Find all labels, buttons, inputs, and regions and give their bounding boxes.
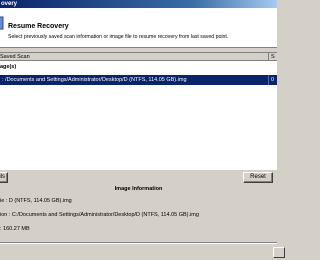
column-separator[interactable] [268, 53, 269, 61]
column-header-saved-scan[interactable]: Saved Scan [0, 54, 30, 60]
row-separator [268, 75, 269, 85]
image-location-line: ion : C:/Documents and Settings/Administ… [0, 212, 199, 218]
footer-button[interactable] [273, 247, 285, 258]
list-group-header: age(s) [0, 64, 17, 70]
list-button-bar: ils Reset [0, 170, 277, 184]
window-titlebar: overy [0, 0, 277, 8]
reset-button[interactable]: Reset [243, 172, 273, 183]
window-title: overy [1, 1, 18, 7]
wizard-footer [0, 242, 285, 260]
recovery-icon [0, 16, 4, 30]
list-item[interactable]: : /Documents and Settings/Administrator/… [0, 75, 277, 85]
image-information-panel: Image Information ie : D (NTFS, 114.05 G… [0, 184, 277, 242]
list-item-date: 0 [271, 77, 275, 83]
wizard-header: Resume Recovery Select previously saved … [0, 8, 277, 48]
image-name-line: ie : D (NTFS, 114.05 GB).img [0, 198, 72, 204]
details-button[interactable]: ils [0, 172, 8, 183]
page-title: Resume Recovery [8, 23, 69, 30]
list-item-path: : /Documents and Settings/Administrator/… [2, 77, 187, 83]
column-header-date[interactable]: S [271, 54, 275, 60]
page-subtitle: Select previously saved scan information… [8, 34, 229, 40]
image-information-title: Image Information [114, 186, 163, 192]
list-column-header: Saved Scan S [0, 53, 277, 61]
saved-scan-list[interactable]: Saved Scan S age(s) : /Documents and Set… [0, 52, 277, 170]
image-size-line: : 160.27 MB [0, 226, 30, 232]
